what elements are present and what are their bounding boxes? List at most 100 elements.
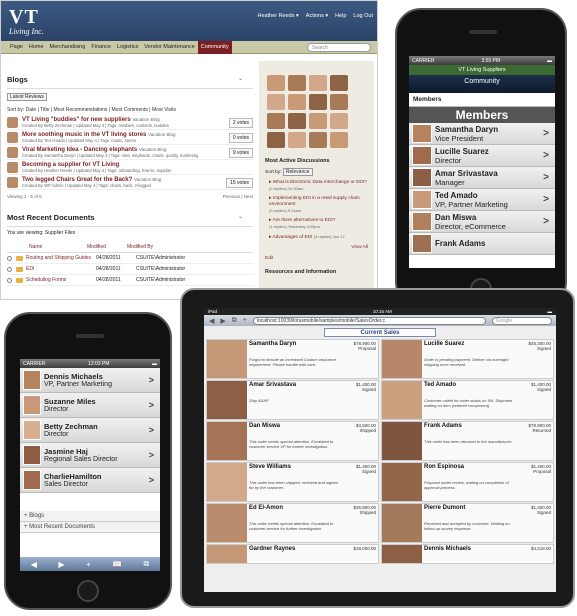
col-name[interactable]: Name xyxy=(7,244,87,250)
home-button[interactable] xyxy=(77,580,99,602)
list-item[interactable]: Betty Zechman Director > xyxy=(20,418,160,443)
logout-link[interactable]: Log Out xyxy=(353,13,373,19)
section-carousel[interactable]: Community xyxy=(409,75,555,93)
sale-card[interactable]: Steve Williams $1,400.00 Signed This order … xyxy=(206,462,379,502)
discussion-item[interactable]: ▸ Implementing EDI in a retail supply ch… xyxy=(269,196,368,214)
sale-card[interactable]: Dennis Michaels $4,218.00 xyxy=(381,544,554,564)
avatar[interactable] xyxy=(288,132,306,148)
forward-icon[interactable]: ▶ xyxy=(220,317,225,325)
avatar[interactable] xyxy=(288,94,306,110)
bookmarks-icon[interactable]: ⧉ xyxy=(232,317,237,325)
sale-card[interactable]: Frank Adams $78,900.00 Returned This order … xyxy=(381,421,554,461)
nav-finance[interactable]: Finance xyxy=(88,41,114,54)
row-radio[interactable] xyxy=(7,266,12,272)
list-item[interactable]: Amar Srivastava Manager > xyxy=(409,167,555,189)
discussion-title[interactable]: Implementing EDI in a retail supply chai… xyxy=(269,196,360,207)
list-item[interactable]: Lucille Suarez Director > xyxy=(409,145,555,167)
nav-vendor-maintenance[interactable]: Vendor Maintenance xyxy=(141,41,197,54)
avatar[interactable] xyxy=(267,94,285,110)
minimize-icon[interactable]: ⌄ xyxy=(238,213,243,220)
add-icon[interactable]: + xyxy=(86,560,91,569)
avatar[interactable] xyxy=(288,75,306,91)
table-row[interactable]: Scheduling Forms 04/28/2011 CSUITE\Admin… xyxy=(7,275,253,286)
blog-row[interactable]: More soothing music in the VT living sto… xyxy=(7,130,253,145)
nav-community[interactable]: Community xyxy=(197,40,232,54)
discussion-item[interactable]: ▸ Are there alternatives to EDI? (1 repli… xyxy=(269,218,368,230)
avatar[interactable] xyxy=(309,132,327,148)
sale-card[interactable]: Samantha Daryn $78,900.00 Proposal Forgot t… xyxy=(206,339,379,379)
avatar[interactable] xyxy=(267,132,285,148)
avatar[interactable] xyxy=(288,113,306,129)
row-radio[interactable] xyxy=(7,255,12,261)
bookmarks-icon[interactable]: 📖 xyxy=(112,560,122,569)
list-item[interactable]: CharlieHamilton Sales Director > xyxy=(20,468,160,493)
avatar[interactable] xyxy=(330,94,348,110)
doc-name[interactable]: Scheduling Forms xyxy=(26,277,96,283)
minimize-icon[interactable]: ⌄ xyxy=(238,75,243,82)
blog-sort-links[interactable]: Sort by: Date | Title | Most Recommendat… xyxy=(7,107,253,113)
blog-row[interactable]: Viral Marketing Idea - Dancing elephants… xyxy=(7,145,253,160)
sale-card[interactable]: Gardner Raynes $18,000.00 xyxy=(206,544,379,564)
back-icon[interactable]: ◀ xyxy=(31,560,37,569)
search-input[interactable]: Search xyxy=(307,43,371,52)
avatar[interactable] xyxy=(330,75,348,91)
url-field[interactable]: localhost:10039/lotusmobile/samples/mobi… xyxy=(252,316,486,325)
discussion-title[interactable]: Advantages of EDI xyxy=(272,235,312,240)
table-row[interactable]: Routing and Shipping Guides 04/28/2011 C… xyxy=(7,253,253,264)
list-item[interactable]: Dan Miswa Director, eCommerce > xyxy=(409,211,555,233)
add-icon[interactable]: + xyxy=(243,317,247,324)
portal-logo[interactable]: VT Living Inc. xyxy=(9,7,44,36)
discussion-title[interactable]: What is Electronic Data Interchange or E… xyxy=(273,180,367,185)
avatar[interactable] xyxy=(309,113,327,129)
sale-card[interactable]: Ed El-Amon $35,800.00 Shipped This order ne… xyxy=(206,503,379,543)
sale-card[interactable]: Lucille Suarez $45,300.00 Signed Order is p… xyxy=(381,339,554,379)
nav-home[interactable]: Home xyxy=(26,41,47,54)
col-modified[interactable]: Modified xyxy=(87,244,127,250)
doc-name[interactable]: EDI xyxy=(26,266,96,272)
votes-badge[interactable]: 9 votes xyxy=(228,148,253,158)
row-radio[interactable] xyxy=(7,277,12,283)
user-menu[interactable]: Heather Reeds ▾ xyxy=(257,13,298,19)
documents-accordion[interactable]: + Most Recent Documents xyxy=(20,522,160,533)
discussion-title[interactable]: Are there alternatives to EDI? xyxy=(272,218,335,223)
votes-badge[interactable]: 0 votes xyxy=(228,133,253,143)
sort-select[interactable]: Relevance xyxy=(282,168,313,176)
avatar[interactable] xyxy=(330,132,348,148)
nav-logistics[interactable]: Logistics xyxy=(114,41,141,54)
help-link[interactable]: Help xyxy=(335,13,346,19)
discussion-item[interactable]: ▸ What is Electronic Data Interchange or… xyxy=(269,180,368,192)
list-item[interactable]: Ted Amado VP, Partner Marketing > xyxy=(409,189,555,211)
avatar[interactable] xyxy=(309,75,327,91)
list-item[interactable]: Jasmine Haj Regional Sales Director > xyxy=(20,443,160,468)
avatar[interactable] xyxy=(309,94,327,110)
view-all-link[interactable]: View All xyxy=(259,245,368,250)
list-item[interactable]: Frank Adams xyxy=(409,233,555,255)
list-item[interactable]: Suzanne Miles Director > xyxy=(20,393,160,418)
blog-row[interactable]: Becoming a supplier for VT Living Create… xyxy=(7,160,253,175)
tabs-icon[interactable]: ⧉ xyxy=(143,559,149,569)
blog-row[interactable]: VT Living "buddies" for new suppliers Va… xyxy=(7,115,253,130)
sale-card[interactable]: Dan Miswa $4,500.00 Shipped This order need… xyxy=(206,421,379,461)
nav-page[interactable]: Page xyxy=(7,41,26,54)
avatar[interactable] xyxy=(267,75,285,91)
sale-card[interactable]: Pierre Dumont $1,400.00 Signed Received and… xyxy=(381,503,554,543)
blog-row[interactable]: Two legged Chairs Great for the Back? Va… xyxy=(7,175,253,190)
doc-name[interactable]: Routing and Shipping Guides xyxy=(26,255,96,261)
discussion-item[interactable]: ▸ Advantages of EDI (3 replies) Jun 17 xyxy=(269,234,368,241)
avatar[interactable] xyxy=(267,113,285,129)
col-modified-by[interactable]: Modified By xyxy=(127,244,153,250)
forward-icon[interactable]: ▶ xyxy=(58,560,64,569)
sale-card[interactable]: Amar Srivastava $1,400.00 Signed Ship ASAP. xyxy=(206,380,379,420)
avatar[interactable] xyxy=(330,113,348,129)
nav-merchandising[interactable]: Merchandising xyxy=(47,41,89,54)
edit-link[interactable]: Edit xyxy=(265,256,374,261)
blogs-accordion[interactable]: + Blogs xyxy=(20,511,160,522)
table-row[interactable]: EDI 04/28/2011 CSUITE\Administrator xyxy=(7,264,253,275)
back-icon[interactable]: ◀ xyxy=(209,317,214,325)
blog-filter-select[interactable]: Latest Reviews xyxy=(7,93,47,101)
sale-card[interactable]: Ted Amado $1,400.00 Signed Customer called … xyxy=(381,380,554,420)
votes-badge[interactable]: 2 votes xyxy=(228,118,253,128)
list-item[interactable]: Samantha Daryn Vice President > xyxy=(409,123,555,145)
sale-card[interactable]: Ron Espinosa $1,400.00 Proposal Proposal un… xyxy=(381,462,554,502)
votes-badge[interactable]: 15 votes xyxy=(226,178,253,188)
